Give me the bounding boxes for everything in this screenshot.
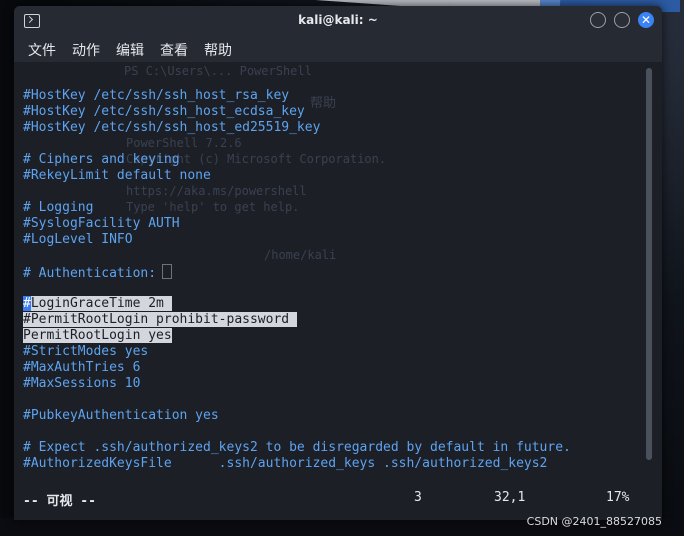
menu-bar: 文件 动作 编辑 查看 帮助 <box>14 36 662 62</box>
editor-line-text: # Authentication: <box>23 266 157 281</box>
selected-text: LoginGraceTime 2m <box>30 296 172 311</box>
ghost-text: https://aka.ms/powershell <box>126 184 307 198</box>
editor-line: #PubkeyAuthentication yes <box>23 408 219 423</box>
scroll-percent: 17% <box>606 490 630 505</box>
selection-count: 3 <box>414 490 422 505</box>
terminal-window: kali@kali: ~ ✕ 文件 动作 编辑 查看 帮助 PS C:\User… <box>14 6 662 520</box>
scrollbar[interactable] <box>646 68 652 460</box>
window-title: kali@kali: ~ <box>298 13 378 27</box>
ghost-text: PS C:\Users\... PowerShell <box>124 64 312 78</box>
ime-cursor-box <box>162 264 173 279</box>
menu-view[interactable]: 查看 <box>160 40 188 60</box>
minimize-button[interactable] <box>590 12 606 28</box>
text-cursor: # <box>23 296 31 311</box>
editor-line: # Ciphers and keying <box>23 152 180 167</box>
editor-line: #StrictModes yes <box>23 344 149 359</box>
close-button[interactable]: ✕ <box>638 12 654 28</box>
editor-line: # Expect .ssh/authorized_keys2 to be dis… <box>23 440 571 455</box>
ghost-text: PowerShell 7.2.6 <box>126 136 242 150</box>
menu-help[interactable]: 帮助 <box>204 40 232 60</box>
ghost-text: 帮助 <box>310 96 337 111</box>
editor-line: #RekeyLimit default none <box>23 168 211 183</box>
scrollbar-thumb[interactable] <box>646 68 652 460</box>
terminal-content[interactable]: PS C:\Users\... PowerShell 帮助 PowerShell… <box>14 62 662 520</box>
title-bar[interactable]: kali@kali: ~ ✕ <box>14 6 662 36</box>
editor-line: #MaxSessions 10 <box>23 376 141 391</box>
editor-line: #MaxAuthTries 6 <box>23 360 141 375</box>
editor-line: # Logging <box>23 200 94 215</box>
ghost-text: Type 'help' to get help. <box>126 200 300 214</box>
editor-line: # Authentication: <box>23 264 173 281</box>
editor-line: #LogLevel INFO <box>23 232 133 247</box>
editor-line: #HostKey /etc/ssh/ssh_host_ecdsa_key <box>23 104 305 119</box>
editor-line-selected: #LoginGraceTime 2m <box>23 296 172 312</box>
cursor-position: 32,1 <box>494 490 526 505</box>
watermark: CSDN @2401_88527085 <box>526 515 662 528</box>
editor-line: #SyslogFacility AUTH <box>23 216 180 231</box>
vim-mode-indicator: -- 可视 -- <box>23 494 96 509</box>
editor-line: #AuthorizedKeysFile .ssh/authorized_keys… <box>23 456 548 471</box>
maximize-button[interactable] <box>614 12 630 28</box>
ghost-text: /home/kali <box>264 248 337 262</box>
editor-line: #HostKey /etc/ssh/ssh_host_rsa_key <box>23 88 290 103</box>
editor-line-selected: #PermitRootLogin prohibit-password <box>23 312 297 328</box>
selected-text: PermitRootLogin yes <box>23 328 172 343</box>
menu-file[interactable]: 文件 <box>28 40 56 60</box>
menu-edit[interactable]: 编辑 <box>116 40 144 60</box>
menu-action[interactable]: 动作 <box>72 40 100 60</box>
selected-text: #PermitRootLogin prohibit-password <box>23 312 297 327</box>
editor-line: #HostKey /etc/ssh/ssh_host_ed25519_key <box>23 120 321 135</box>
editor-line-selected: PermitRootLogin yes <box>23 328 172 344</box>
